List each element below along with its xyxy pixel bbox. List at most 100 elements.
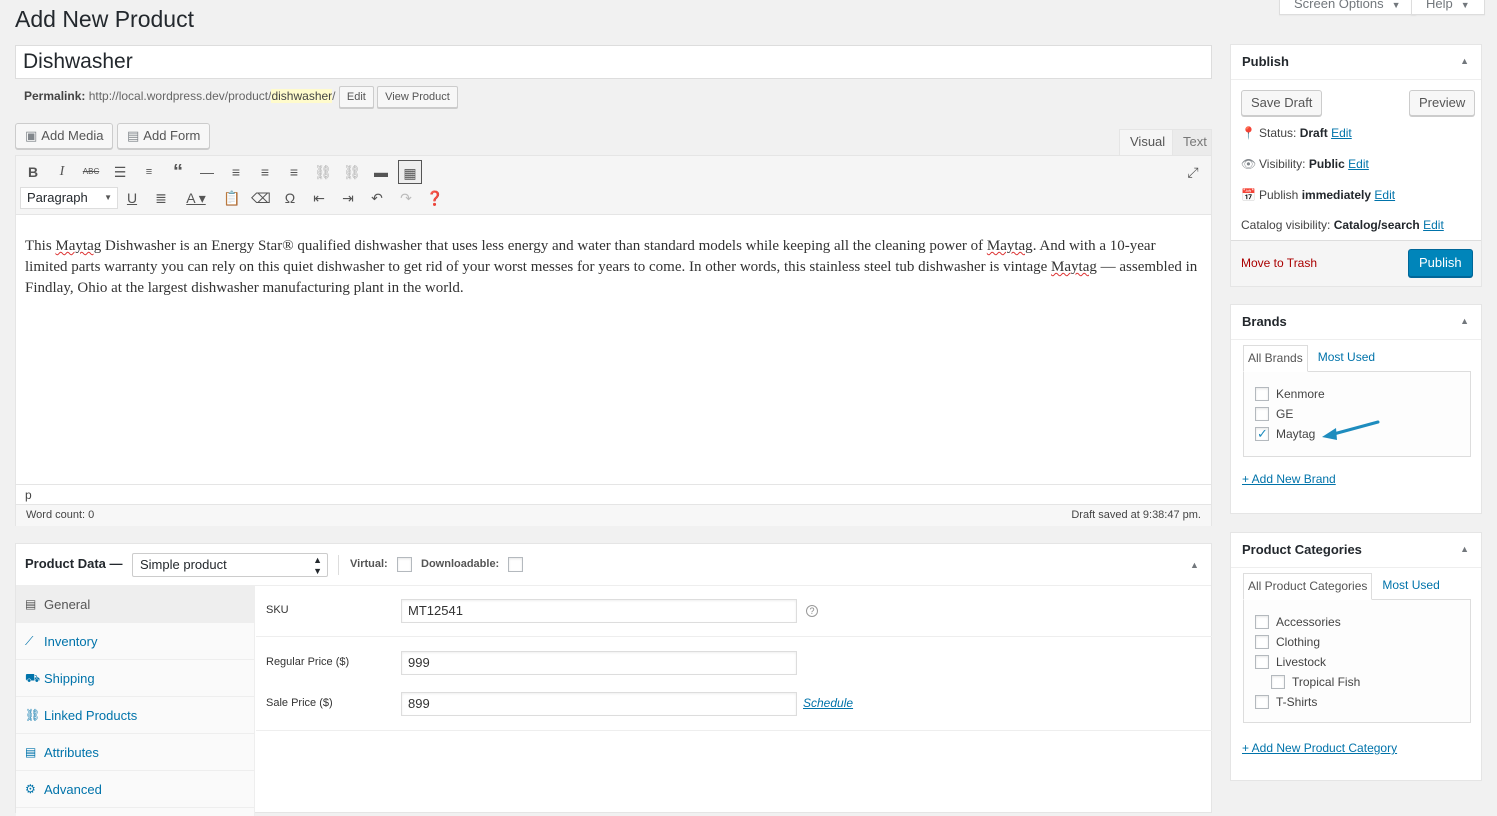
permalink-slug[interactable]: dishwasher [271, 89, 333, 104]
checkbox-checked[interactable]: ✓ [1255, 426, 1269, 441]
text-color-icon[interactable]: A ▾ [178, 186, 214, 210]
bold-icon[interactable]: B [21, 160, 45, 184]
media-icon: ▣ [25, 128, 38, 143]
fullscreen-icon[interactable]: ⤢ [1181, 160, 1205, 184]
preview-button[interactable]: Preview [1409, 90, 1476, 116]
product-type-select[interactable]: Simple product ▲ ▼ [132, 553, 328, 577]
outdent-icon[interactable]: ⇤ [307, 186, 331, 210]
sale-price-input[interactable]: 899 [401, 692, 797, 716]
screen-options-tab[interactable]: Screen Options ▼ [1279, 0, 1416, 15]
add-new-brand-link[interactable]: + Add New Brand [1242, 472, 1336, 486]
align-center-icon[interactable]: ≡ [253, 160, 277, 184]
publish-title: Publish [1242, 54, 1289, 69]
visibility-edit-link[interactable]: Edit [1348, 157, 1369, 171]
brand-label: Kenmore [1276, 387, 1325, 401]
publish-button[interactable]: Publish [1408, 249, 1473, 277]
special-character-icon[interactable]: Ω [278, 186, 302, 210]
add-new-category-link[interactable]: + Add New Product Category [1242, 741, 1397, 755]
italic-icon[interactable]: I [50, 160, 74, 184]
checkbox[interactable] [1255, 615, 1269, 629]
schedule-edit-link[interactable]: Edit [1374, 188, 1395, 202]
permalink-trail: / [332, 89, 336, 104]
paste-text-icon[interactable]: 📋 [220, 186, 244, 210]
calendar-icon: 📅 [1241, 188, 1256, 202]
collapse-icon[interactable]: ▲ [1460, 533, 1469, 566]
tab-all-brands[interactable]: All Brands [1243, 345, 1308, 372]
tab-inventory[interactable]: ⟋ Inventory [16, 623, 255, 660]
numbered-list-icon[interactable]: ≡ [137, 160, 161, 184]
downloadable-checkbox[interactable] [508, 557, 523, 572]
editor-content[interactable]: This Maytag Dishwasher is an Energy Star… [25, 236, 1200, 299]
underline-icon[interactable]: U [120, 186, 144, 210]
help-icon[interactable]: ❓ [423, 186, 447, 210]
tab-attributes[interactable]: ▤ Attributes [16, 734, 255, 771]
regular-price-input[interactable]: 999 [401, 651, 797, 675]
brands-box: Brands ▲ All Brands Most Used Kenmore GE ✓… [1230, 304, 1482, 514]
clear-formatting-icon[interactable]: ⌫ [249, 186, 273, 210]
brands-title: Brands [1242, 314, 1287, 329]
checkbox[interactable] [1255, 655, 1269, 669]
tab-advanced[interactable]: ⚙ Advanced [16, 771, 255, 808]
save-draft-button[interactable]: Save Draft [1241, 90, 1323, 116]
status-edit-link[interactable]: Edit [1331, 126, 1352, 140]
tab-text[interactable]: Text [1172, 129, 1212, 155]
collapse-icon[interactable]: ▲ [1190, 560, 1199, 570]
permalink-row: Permalink: http://local.wordpress.dev/pr… [24, 86, 458, 108]
product-categories-box: Product Categories ▲ All Product Categori… [1230, 532, 1482, 781]
unlink-icon[interactable]: ⛓ [340, 160, 364, 184]
align-left-icon[interactable]: ≡ [224, 160, 248, 184]
categories-header[interactable]: Product Categories ▲ [1231, 533, 1481, 568]
collapse-icon[interactable]: ▲ [1460, 305, 1469, 338]
redo-icon[interactable]: ↷ [394, 186, 418, 210]
catalog-value: Catalog/search [1333, 218, 1420, 232]
sale-price-label: Sale Price ($) [266, 697, 333, 709]
schedule-link[interactable]: Schedule [803, 696, 853, 710]
publish-when-label: Publish [1259, 188, 1299, 202]
toolbar-toggle-icon[interactable]: ▦ [398, 160, 422, 184]
tab-visual[interactable]: Visual [1119, 129, 1177, 155]
tab-most-used[interactable]: Most Used [1314, 345, 1379, 372]
divider [256, 636, 1212, 637]
bullet-list-icon[interactable]: ☰ [108, 160, 132, 184]
checkbox[interactable] [1255, 635, 1269, 649]
word-count: Word count: 0 [26, 509, 95, 521]
autosave-status: Draft saved at 9:38:47 pm. [1071, 509, 1201, 521]
read-more-icon[interactable]: ▬ [369, 160, 393, 184]
view-product-button[interactable]: View Product [377, 86, 458, 108]
align-right-icon[interactable]: ≡ [282, 160, 306, 184]
brands-header[interactable]: Brands ▲ [1231, 305, 1481, 340]
checkbox[interactable] [1255, 387, 1269, 401]
tab-linked-products[interactable]: ⛓ Linked Products [16, 697, 255, 734]
horizontal-line-icon[interactable]: — [195, 160, 219, 184]
undo-icon[interactable]: ↶ [365, 186, 389, 210]
categories-checklist: Accessories Clothing Livestock Tropical … [1243, 599, 1471, 723]
sku-input[interactable]: MT12541 [401, 599, 797, 623]
help-tab[interactable]: Help ▼ [1411, 0, 1485, 15]
tab-shipping[interactable]: ⛟ Shipping [16, 660, 255, 697]
category-label: Accessories [1276, 615, 1341, 629]
add-form-button[interactable]: ▤ Add Form [117, 123, 211, 149]
tab-most-used[interactable]: Most Used [1378, 573, 1443, 600]
post-title-input[interactable]: Dishwasher [15, 45, 1212, 79]
tab-all-categories[interactable]: All Product Categories [1243, 573, 1373, 600]
checkbox[interactable] [1255, 407, 1269, 421]
checkbox[interactable] [1255, 695, 1269, 709]
publish-header[interactable]: Publish ▲ [1231, 45, 1481, 80]
help-tip-icon[interactable]: ? [806, 605, 818, 617]
blockquote-icon[interactable]: “ [166, 160, 190, 184]
strikethrough-icon[interactable]: ABC [79, 160, 103, 184]
catalog-edit-link[interactable]: Edit [1423, 218, 1444, 232]
virtual-checkbox[interactable] [397, 557, 412, 572]
link-icon[interactable]: ⛓ [311, 160, 335, 184]
indent-icon[interactable]: ⇥ [336, 186, 360, 210]
tab-general[interactable]: ▤ General [16, 586, 255, 623]
move-to-trash-link[interactable]: Move to Trash [1241, 256, 1317, 270]
element-path[interactable]: p [16, 484, 1211, 504]
justify-icon[interactable]: ≣ [149, 186, 173, 210]
editor-status-bar: Word count: 0 Draft saved at 9:38:47 pm. [16, 504, 1211, 526]
permalink-edit-button[interactable]: Edit [338, 86, 374, 108]
format-select[interactable]: Paragraph ▼ [20, 187, 118, 209]
checkbox[interactable] [1271, 675, 1285, 689]
collapse-icon[interactable]: ▲ [1460, 45, 1469, 78]
add-media-button[interactable]: ▣ Add Media [15, 123, 114, 149]
